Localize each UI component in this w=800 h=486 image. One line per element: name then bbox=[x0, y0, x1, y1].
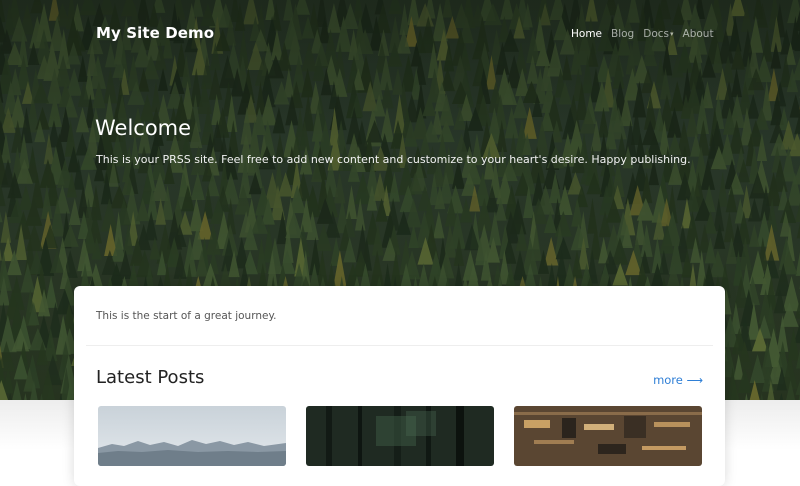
latest-posts-title: Latest Posts bbox=[96, 367, 204, 388]
nav-link-docs-label: Docs bbox=[643, 28, 669, 40]
divider bbox=[86, 345, 713, 346]
content-card: This is the start of a great journey. La… bbox=[74, 286, 725, 486]
hero-subtitle: This is your PRSS site. Feel free to add… bbox=[96, 153, 691, 166]
nav-link-about[interactable]: About bbox=[683, 28, 714, 40]
post-thumbnail-forest[interactable] bbox=[306, 406, 494, 466]
intro-text: This is the start of a great journey. bbox=[96, 310, 277, 322]
main-nav: Home Blog Docs▾ About bbox=[571, 28, 714, 40]
nav-link-blog[interactable]: Blog bbox=[611, 28, 634, 40]
more-posts-link[interactable]: more ⟶ bbox=[653, 373, 703, 387]
nav-link-docs[interactable]: Docs▾ bbox=[643, 28, 673, 40]
post-thumbnail-mountains[interactable] bbox=[98, 406, 286, 466]
chevron-down-icon: ▾ bbox=[670, 30, 674, 38]
hero-title: Welcome bbox=[95, 116, 191, 140]
post-thumbnail-circuit-board[interactable] bbox=[514, 406, 702, 466]
site-brand[interactable]: My Site Demo bbox=[96, 24, 214, 42]
nav-link-home[interactable]: Home bbox=[571, 28, 602, 40]
